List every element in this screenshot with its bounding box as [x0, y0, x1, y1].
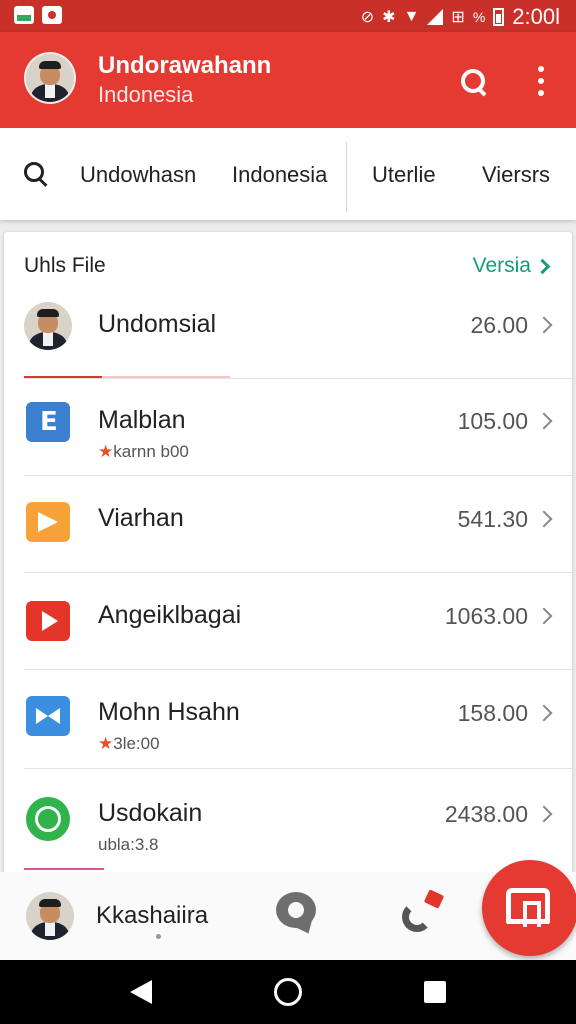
user-avatar[interactable]	[26, 892, 74, 940]
list-item[interactable]: Angeiklbagai 1063.00	[4, 573, 572, 669]
chevron-right-icon	[535, 316, 553, 336]
book-icon	[26, 402, 70, 442]
item-subtitle: ★karnn b00	[98, 442, 189, 461]
tab-bar: Undowhasn Indonesia Uterlie Viersrs	[0, 128, 576, 220]
navigation-bar	[0, 960, 576, 1024]
list-item[interactable]: Usdokain ubla:3.8 2438.00	[4, 769, 572, 869]
signal-icon	[427, 9, 444, 25]
notification-icons	[14, 6, 62, 24]
card-title: Uhls File	[24, 254, 106, 277]
divider	[24, 378, 572, 379]
chevron-right-icon	[535, 607, 553, 627]
item-subtitle: ★3le:00	[98, 734, 160, 753]
back-icon[interactable]	[130, 980, 152, 1004]
home-fab-button[interactable]	[482, 860, 576, 956]
app-title: Undorawahann	[98, 52, 272, 79]
tab-search-icon[interactable]	[24, 162, 50, 188]
magnet-icon[interactable]	[398, 888, 448, 938]
chevron-right-icon	[535, 510, 553, 530]
battery-percent: %	[472, 9, 486, 25]
version-link-label: Versia	[472, 254, 531, 277]
clock: 2:00l	[512, 4, 560, 29]
whatsapp-icon	[26, 797, 70, 841]
message-notification-icon	[42, 6, 62, 24]
chat-icon[interactable]	[274, 892, 320, 938]
item-value: 1063.00	[444, 603, 528, 629]
item-name: Angeiklbagai	[98, 601, 242, 629]
wifi-icon: ▼	[403, 8, 420, 25]
search-icon[interactable]	[458, 66, 488, 96]
battery-icon	[493, 8, 505, 26]
alarm-icon: ⊘	[360, 9, 375, 26]
mail-icon	[26, 696, 70, 736]
accent-underline	[24, 868, 104, 870]
chevron-right-icon	[535, 704, 553, 724]
item-value: 105.00	[457, 408, 528, 434]
bluetooth-icon: ✱	[382, 9, 396, 26]
person-avatar	[24, 302, 72, 350]
list-item[interactable]: Malblan ★karnn b00 105.00	[4, 380, 572, 476]
user-name[interactable]: Kkashaiira	[96, 902, 208, 930]
page-indicator-dot	[156, 934, 161, 939]
play-icon	[26, 601, 70, 641]
item-name: Malblan	[98, 406, 186, 434]
gallery-notification-icon	[14, 6, 34, 24]
app-subtitle: Indonesia	[98, 82, 194, 107]
home-icon	[506, 888, 550, 927]
chevron-right-icon	[535, 412, 553, 432]
tab-undowhasn[interactable]: Undowhasn	[80, 162, 196, 188]
item-name: Viarhan	[98, 504, 184, 532]
version-link[interactable]: Versia	[472, 254, 551, 278]
item-value: 541.30	[457, 506, 528, 532]
star-icon: ★	[98, 734, 114, 753]
tab-uterlie[interactable]: Uterlie	[372, 162, 436, 188]
tab-viersrs[interactable]: Viersrs	[482, 162, 550, 188]
item-value: 158.00	[457, 700, 528, 726]
item-name: Undomsial	[98, 310, 217, 338]
list-item[interactable]: Viarhan 541.30	[4, 476, 572, 572]
system-indicators: ⊘ ✱ ▼ ⊞ % 2:00l	[361, 4, 560, 30]
home-circle-icon[interactable]	[274, 978, 302, 1006]
mail-icon	[26, 502, 70, 542]
file-list-card: Uhls File Versia Undomsial 26.00 Malblan…	[4, 232, 572, 972]
item-value: 2438.00	[444, 801, 528, 827]
more-options-icon[interactable]	[532, 66, 550, 96]
profile-avatar[interactable]	[24, 52, 76, 104]
data-icon: ⊞	[451, 9, 465, 26]
app-bar: Undorawahann Indonesia	[0, 32, 576, 128]
star-icon: ★	[98, 442, 114, 461]
item-name: Mohn Hsahn	[98, 698, 240, 726]
chevron-right-icon	[535, 805, 553, 825]
list-item[interactable]: Undomsial 26.00	[4, 298, 572, 378]
list-item[interactable]: Mohn Hsahn ★3le:00 158.00	[4, 670, 572, 768]
tab-divider	[346, 142, 347, 212]
item-name: Usdokain	[98, 799, 203, 827]
tab-indonesia[interactable]: Indonesia	[232, 162, 327, 188]
item-subtitle: ubla:3.8	[98, 835, 159, 854]
recent-apps-icon[interactable]	[424, 981, 446, 1003]
status-bar: ⊘ ✱ ▼ ⊞ % 2:00l	[0, 0, 576, 32]
chevron-right-icon	[534, 258, 551, 274]
item-value: 26.00	[470, 312, 528, 338]
